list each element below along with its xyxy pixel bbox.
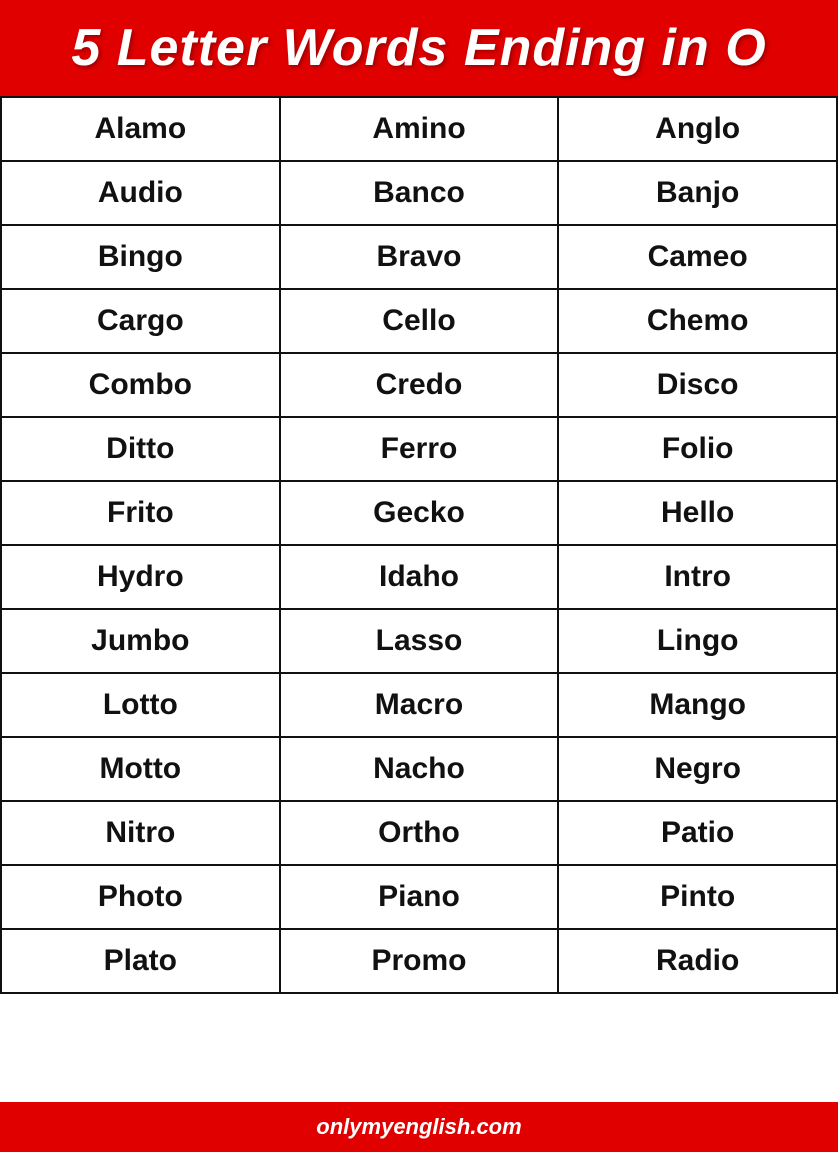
word-cell: Amino — [280, 97, 559, 161]
word-cell: Banco — [280, 161, 559, 225]
word-cell: Audio — [1, 161, 280, 225]
word-table-container: AlamoAminoAngloAudioBancoBanjoBingoBravo… — [0, 96, 838, 1102]
table-row: AudioBancoBanjo — [1, 161, 837, 225]
word-cell: Lasso — [280, 609, 559, 673]
table-row: DittoFerroFolio — [1, 417, 837, 481]
word-cell: Radio — [558, 929, 837, 993]
word-cell: Promo — [280, 929, 559, 993]
table-row: ComboCredoDisco — [1, 353, 837, 417]
word-cell: Photo — [1, 865, 280, 929]
word-cell: Folio — [558, 417, 837, 481]
word-cell: Negro — [558, 737, 837, 801]
table-row: NitroOrthoPatio — [1, 801, 837, 865]
word-cell: Anglo — [558, 97, 837, 161]
page-title: 5 Letter Words Ending in O — [20, 18, 818, 78]
word-cell: Lingo — [558, 609, 837, 673]
word-cell: Nacho — [280, 737, 559, 801]
word-cell: Alamo — [1, 97, 280, 161]
table-row: AlamoAminoAnglo — [1, 97, 837, 161]
footer-text: onlymyenglish.com — [316, 1114, 521, 1139]
table-row: LottoMacroMango — [1, 673, 837, 737]
word-cell: Macro — [280, 673, 559, 737]
word-cell: Chemo — [558, 289, 837, 353]
word-cell: Gecko — [280, 481, 559, 545]
word-cell: Cello — [280, 289, 559, 353]
word-cell: Ortho — [280, 801, 559, 865]
word-cell: Combo — [1, 353, 280, 417]
word-cell: Plato — [1, 929, 280, 993]
word-cell: Credo — [280, 353, 559, 417]
word-cell: Ferro — [280, 417, 559, 481]
table-row: MottoNachoNegro — [1, 737, 837, 801]
word-cell: Ditto — [1, 417, 280, 481]
word-cell: Piano — [280, 865, 559, 929]
table-row: PhotoPianoPinto — [1, 865, 837, 929]
word-cell: Mango — [558, 673, 837, 737]
table-row: BingoBravoCameo — [1, 225, 837, 289]
word-cell: Cargo — [1, 289, 280, 353]
table-row: CargoCelloChemo — [1, 289, 837, 353]
word-cell: Frito — [1, 481, 280, 545]
table-row: FritoGeckoHello — [1, 481, 837, 545]
word-cell: Cameo — [558, 225, 837, 289]
word-cell: Bingo — [1, 225, 280, 289]
page-header: 5 Letter Words Ending in O — [0, 0, 838, 96]
table-row: PlatoPromoRadio — [1, 929, 837, 993]
word-cell: Hello — [558, 481, 837, 545]
word-cell: Intro — [558, 545, 837, 609]
word-cell: Hydro — [1, 545, 280, 609]
table-row: JumboLassoLingo — [1, 609, 837, 673]
word-cell: Nitro — [1, 801, 280, 865]
table-row: HydroIdahoIntro — [1, 545, 837, 609]
word-cell: Lotto — [1, 673, 280, 737]
word-cell: Patio — [558, 801, 837, 865]
word-cell: Jumbo — [1, 609, 280, 673]
word-cell: Disco — [558, 353, 837, 417]
page-footer: onlymyenglish.com — [0, 1102, 838, 1152]
word-cell: Pinto — [558, 865, 837, 929]
word-cell: Banjo — [558, 161, 837, 225]
word-table: AlamoAminoAngloAudioBancoBanjoBingoBravo… — [0, 96, 838, 994]
word-cell: Bravo — [280, 225, 559, 289]
word-cell: Motto — [1, 737, 280, 801]
word-cell: Idaho — [280, 545, 559, 609]
